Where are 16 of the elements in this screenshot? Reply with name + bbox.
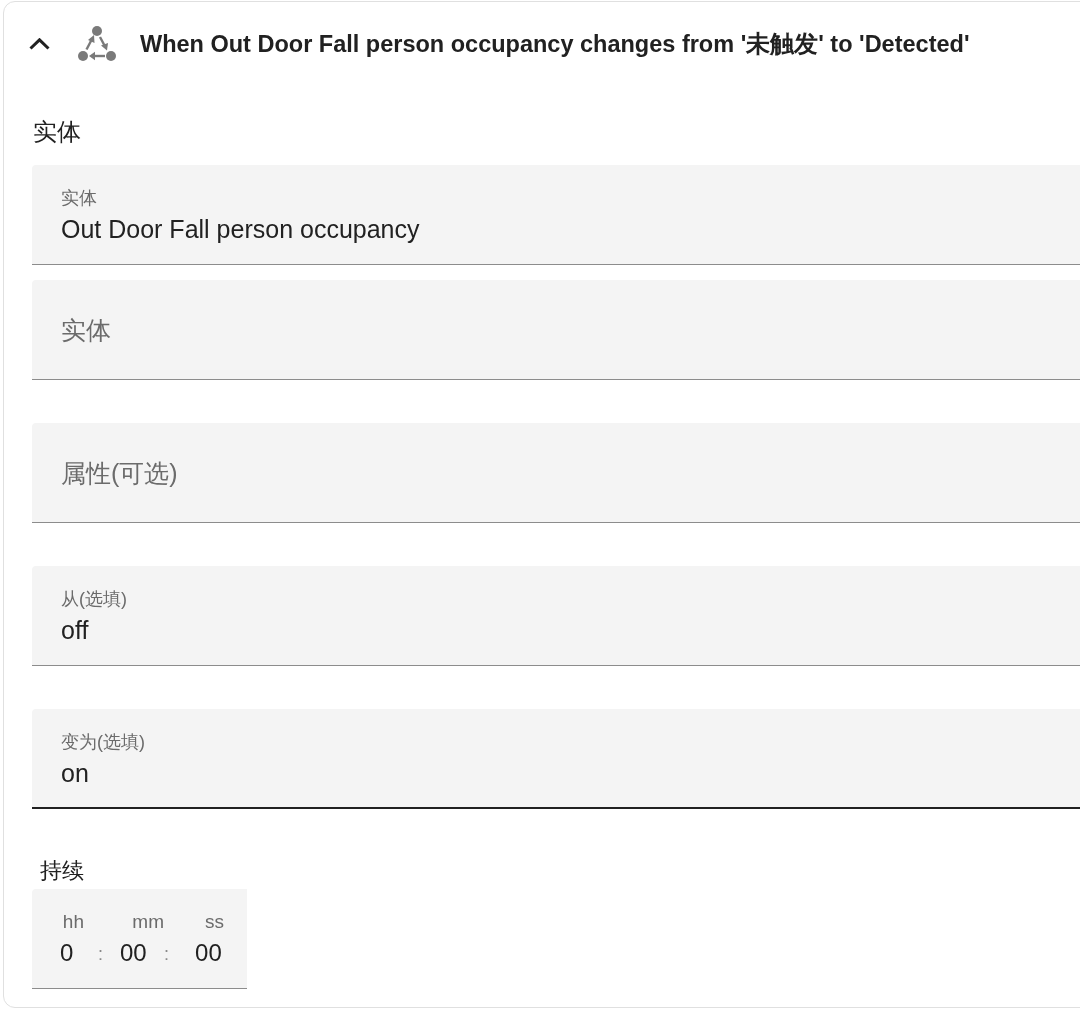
seconds-input[interactable]: ss 00 — [195, 911, 225, 967]
chevron-up-icon[interactable] — [29, 38, 50, 50]
entity-select-field[interactable]: 实体 — [32, 280, 1080, 380]
time-separator: : — [98, 943, 103, 966]
duration-field[interactable]: hh 0 : mm 00 : ss 00 — [32, 889, 247, 989]
from-state-field[interactable]: 从(选填) off — [32, 566, 1080, 666]
hours-input[interactable]: hh 0 — [60, 911, 84, 967]
triangle-arrows-icon — [77, 26, 117, 62]
duration-label: 持续 — [40, 858, 84, 884]
minutes-input[interactable]: mm 00 — [120, 911, 164, 967]
attribute-select-field[interactable]: 属性(可选) — [32, 423, 1080, 523]
trigger-title[interactable]: When Out Door Fall person occupancy changes from '未触发' to 'Detected' — [140, 29, 970, 59]
section-label: 实体 — [33, 117, 81, 147]
time-separator: : — [164, 943, 170, 966]
to-state-field[interactable]: 变为(选填) on — [32, 709, 1080, 809]
entity-select-field[interactable]: 实体 Out Door Fall person occupancy — [32, 165, 1080, 265]
